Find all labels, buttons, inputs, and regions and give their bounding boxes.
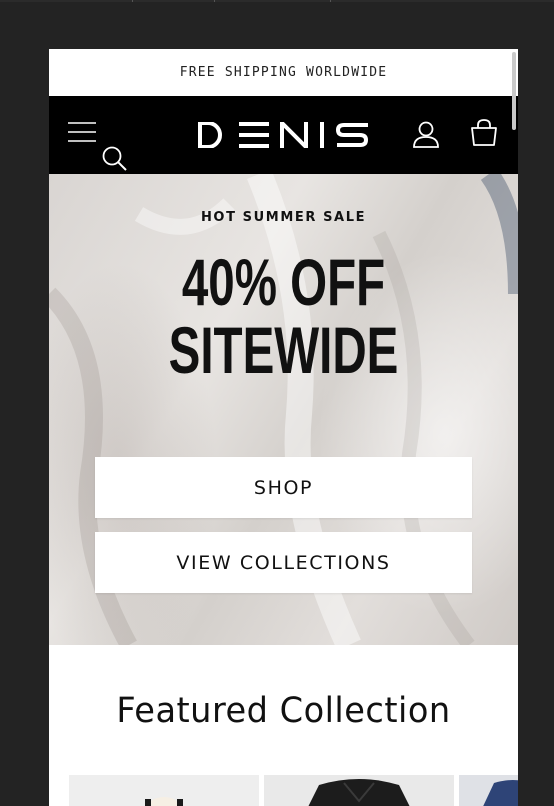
search-icon[interactable] xyxy=(102,146,128,172)
tab-divider xyxy=(214,0,215,2)
product-image xyxy=(308,779,410,806)
announcement-text: FREE SHIPPING WORLDWIDE xyxy=(179,65,388,80)
tab-divider xyxy=(132,0,133,2)
site-header xyxy=(49,96,518,174)
product-card[interactable] xyxy=(459,775,518,806)
tab-divider xyxy=(330,0,331,2)
hero-banner: HOT SUMMER SALE 40% OFF SITEWIDE SHOP VI… xyxy=(49,174,518,645)
announcement-bar: FREE SHIPPING WORLDWIDE xyxy=(49,49,518,96)
product-card[interactable] xyxy=(264,775,454,806)
featured-collection-title: Featured Collection xyxy=(116,691,451,731)
cart-icon[interactable] xyxy=(469,118,499,148)
hero-eyebrow: HOT SUMMER SALE xyxy=(200,210,367,225)
scrollbar[interactable] xyxy=(512,52,516,130)
hero-headline-line-2: SITEWIDE xyxy=(168,313,399,387)
hero-headline: 40% OFF SITEWIDE xyxy=(115,248,453,384)
product-card[interactable] xyxy=(69,775,259,806)
product-image xyxy=(483,780,518,806)
brand-logo[interactable] xyxy=(196,118,372,153)
hero-headline-line-1: 40% OFF xyxy=(181,245,386,319)
shop-button[interactable]: SHOP xyxy=(95,457,472,518)
view-collections-button[interactable]: VIEW COLLECTIONS xyxy=(95,532,472,593)
account-icon[interactable] xyxy=(412,120,440,148)
mobile-viewport: FREE SHIPPING WORLDWIDE HOT SUMMER SALE … xyxy=(49,49,518,806)
product-image xyxy=(145,797,183,806)
browser-top-strip xyxy=(0,0,554,2)
menu-icon[interactable] xyxy=(68,121,96,143)
